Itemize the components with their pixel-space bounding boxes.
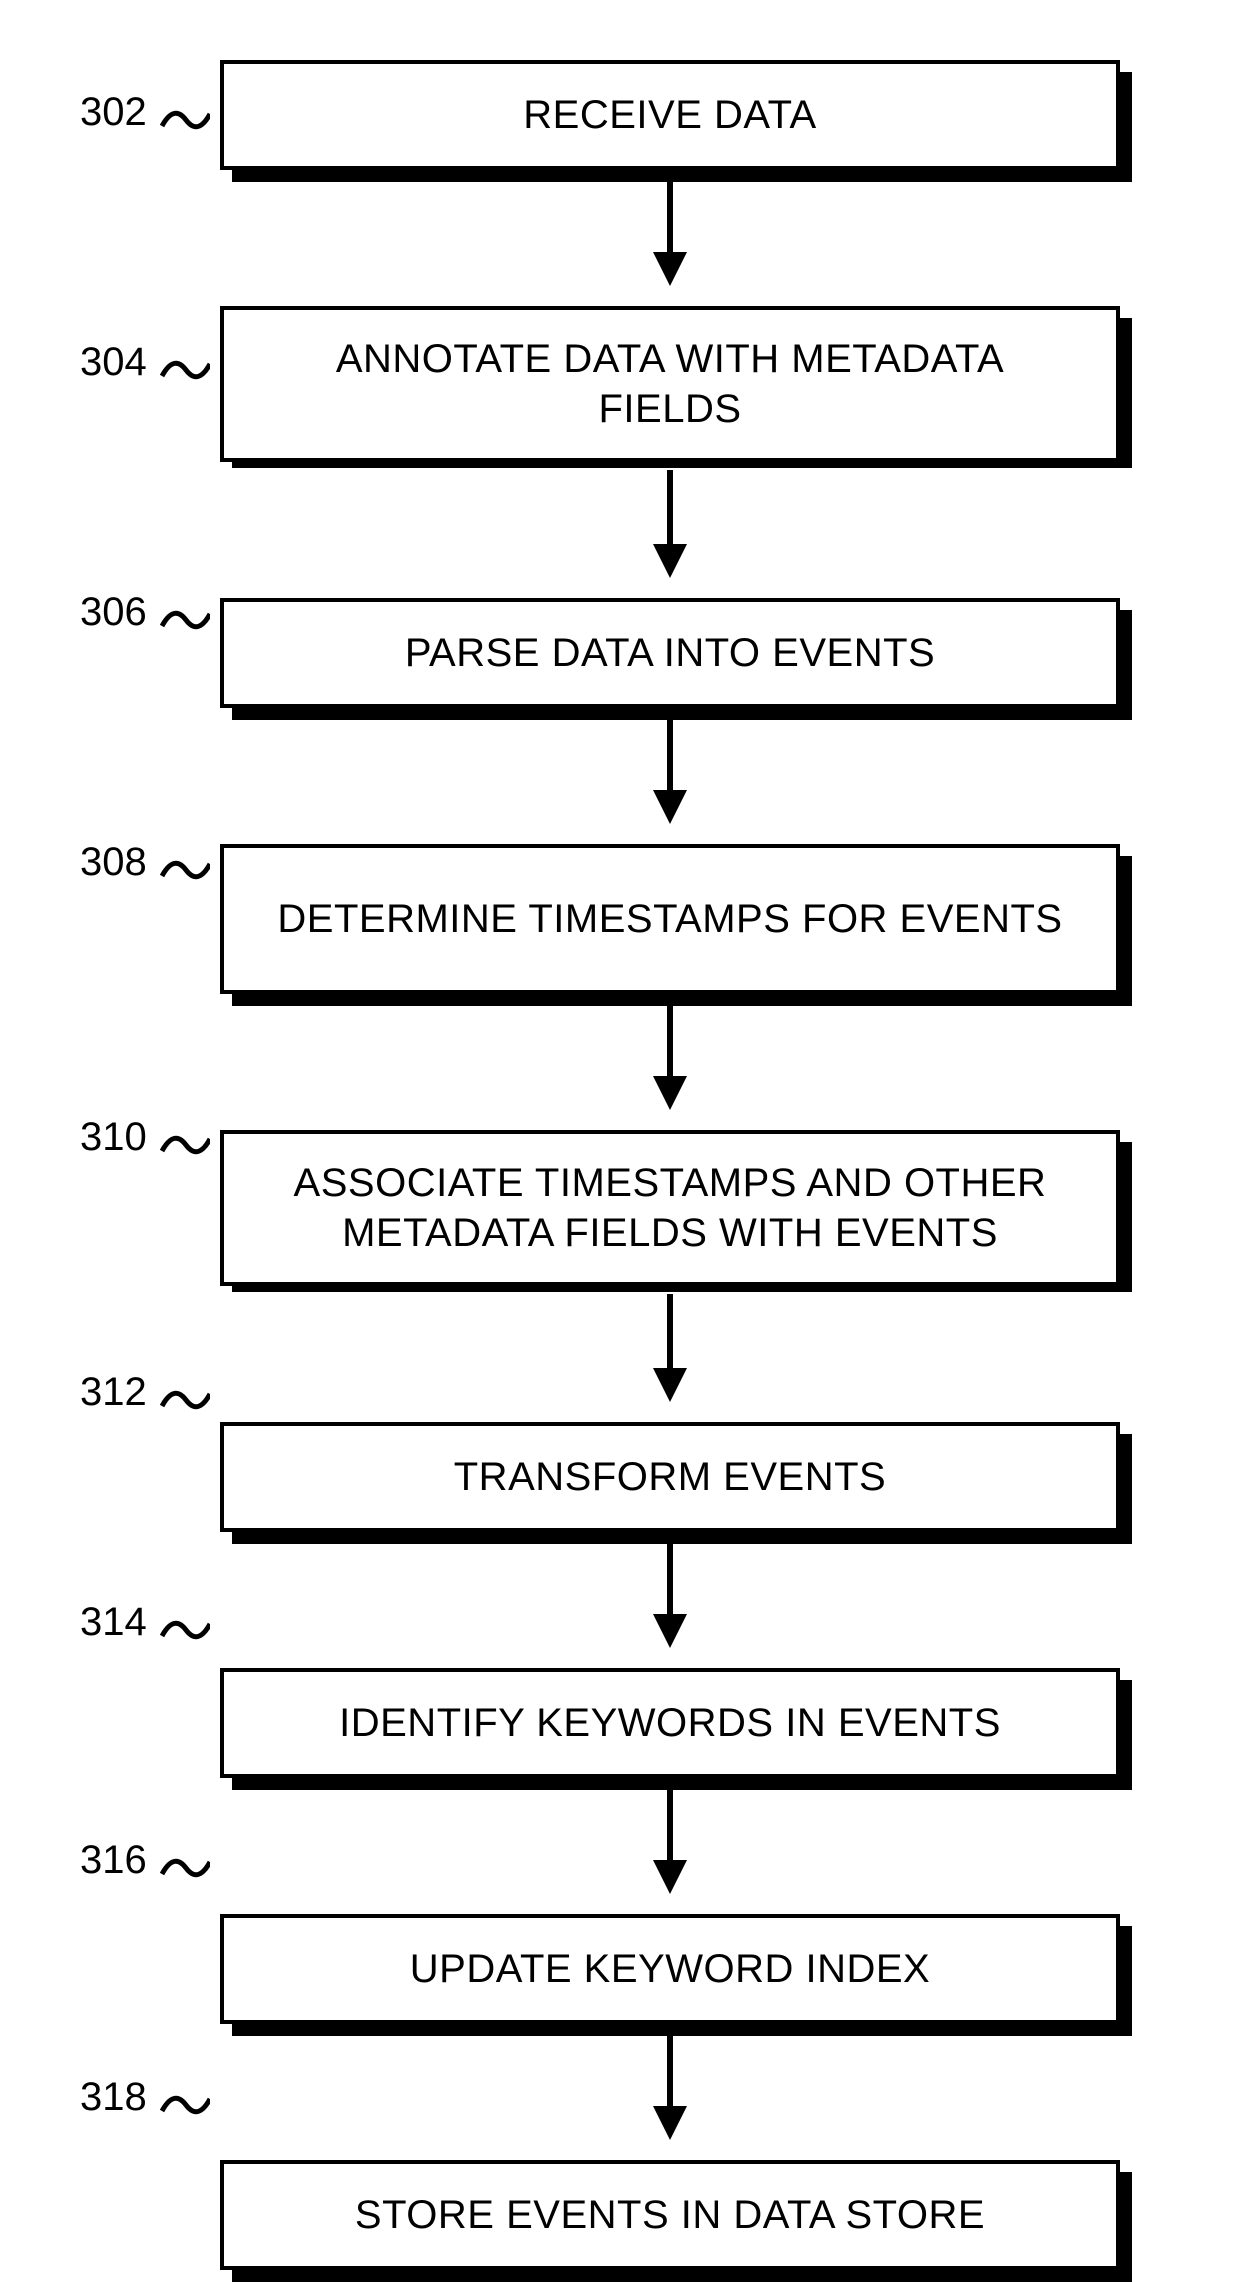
ref-318: 318 bbox=[80, 2075, 147, 2120]
ref-308: 308 bbox=[80, 840, 147, 885]
step-text: DETERMINE TIMESTAMPS FOR EVENTS bbox=[277, 894, 1062, 944]
step-306: PARSE DATA INTO EVENTS bbox=[220, 598, 1120, 708]
step-302: RECEIVE DATA bbox=[220, 60, 1120, 170]
flow-column: RECEIVE DATA ANNOTATE DATA WITH METADATA… bbox=[220, 60, 1120, 2270]
ref-302: 302 bbox=[80, 90, 147, 135]
arrow-icon bbox=[645, 1540, 695, 1650]
step-text: TRANSFORM EVENTS bbox=[454, 1452, 886, 1502]
tilde-icon bbox=[160, 348, 210, 388]
step-text: PARSE DATA INTO EVENTS bbox=[405, 628, 935, 678]
flowchart-canvas: RECEIVE DATA ANNOTATE DATA WITH METADATA… bbox=[0, 0, 1240, 2135]
ref-304: 304 bbox=[80, 340, 147, 385]
step-304: ANNOTATE DATA WITH METADATA FIELDS bbox=[220, 306, 1120, 462]
arrow-icon bbox=[645, 2032, 695, 2142]
step-308: DETERMINE TIMESTAMPS FOR EVENTS bbox=[220, 844, 1120, 994]
arrow-icon bbox=[645, 1786, 695, 1896]
step-text: ASSOCIATE TIMESTAMPS AND OTHER METADATA … bbox=[264, 1158, 1076, 1258]
ref-316: 316 bbox=[80, 1838, 147, 1883]
step-314: IDENTIFY KEYWORDS IN EVENTS bbox=[220, 1668, 1120, 1778]
tilde-icon bbox=[160, 848, 210, 888]
tilde-icon bbox=[160, 1846, 210, 1886]
ref-312: 312 bbox=[80, 1370, 147, 1415]
tilde-icon bbox=[160, 98, 210, 138]
arrow-icon bbox=[645, 1002, 695, 1112]
arrow-icon bbox=[645, 1294, 695, 1404]
step-318: STORE EVENTS IN DATA STORE bbox=[220, 2160, 1120, 2270]
arrow-icon bbox=[645, 470, 695, 580]
tilde-icon bbox=[160, 2083, 210, 2123]
arrow-icon bbox=[645, 178, 695, 288]
ref-314: 314 bbox=[80, 1600, 147, 1645]
tilde-icon bbox=[160, 1608, 210, 1648]
step-text: UPDATE KEYWORD INDEX bbox=[410, 1944, 930, 1994]
step-text: ANNOTATE DATA WITH METADATA FIELDS bbox=[264, 334, 1076, 434]
step-text: IDENTIFY KEYWORDS IN EVENTS bbox=[339, 1698, 1001, 1748]
step-text: RECEIVE DATA bbox=[523, 90, 816, 140]
tilde-icon bbox=[160, 598, 210, 638]
step-310: ASSOCIATE TIMESTAMPS AND OTHER METADATA … bbox=[220, 1130, 1120, 1286]
step-text: STORE EVENTS IN DATA STORE bbox=[355, 2190, 985, 2240]
step-312: TRANSFORM EVENTS bbox=[220, 1422, 1120, 1532]
step-316: UPDATE KEYWORD INDEX bbox=[220, 1914, 1120, 2024]
ref-310: 310 bbox=[80, 1115, 147, 1160]
arrow-icon bbox=[645, 716, 695, 826]
ref-306: 306 bbox=[80, 590, 147, 635]
tilde-icon bbox=[160, 1123, 210, 1163]
tilde-icon bbox=[160, 1378, 210, 1418]
